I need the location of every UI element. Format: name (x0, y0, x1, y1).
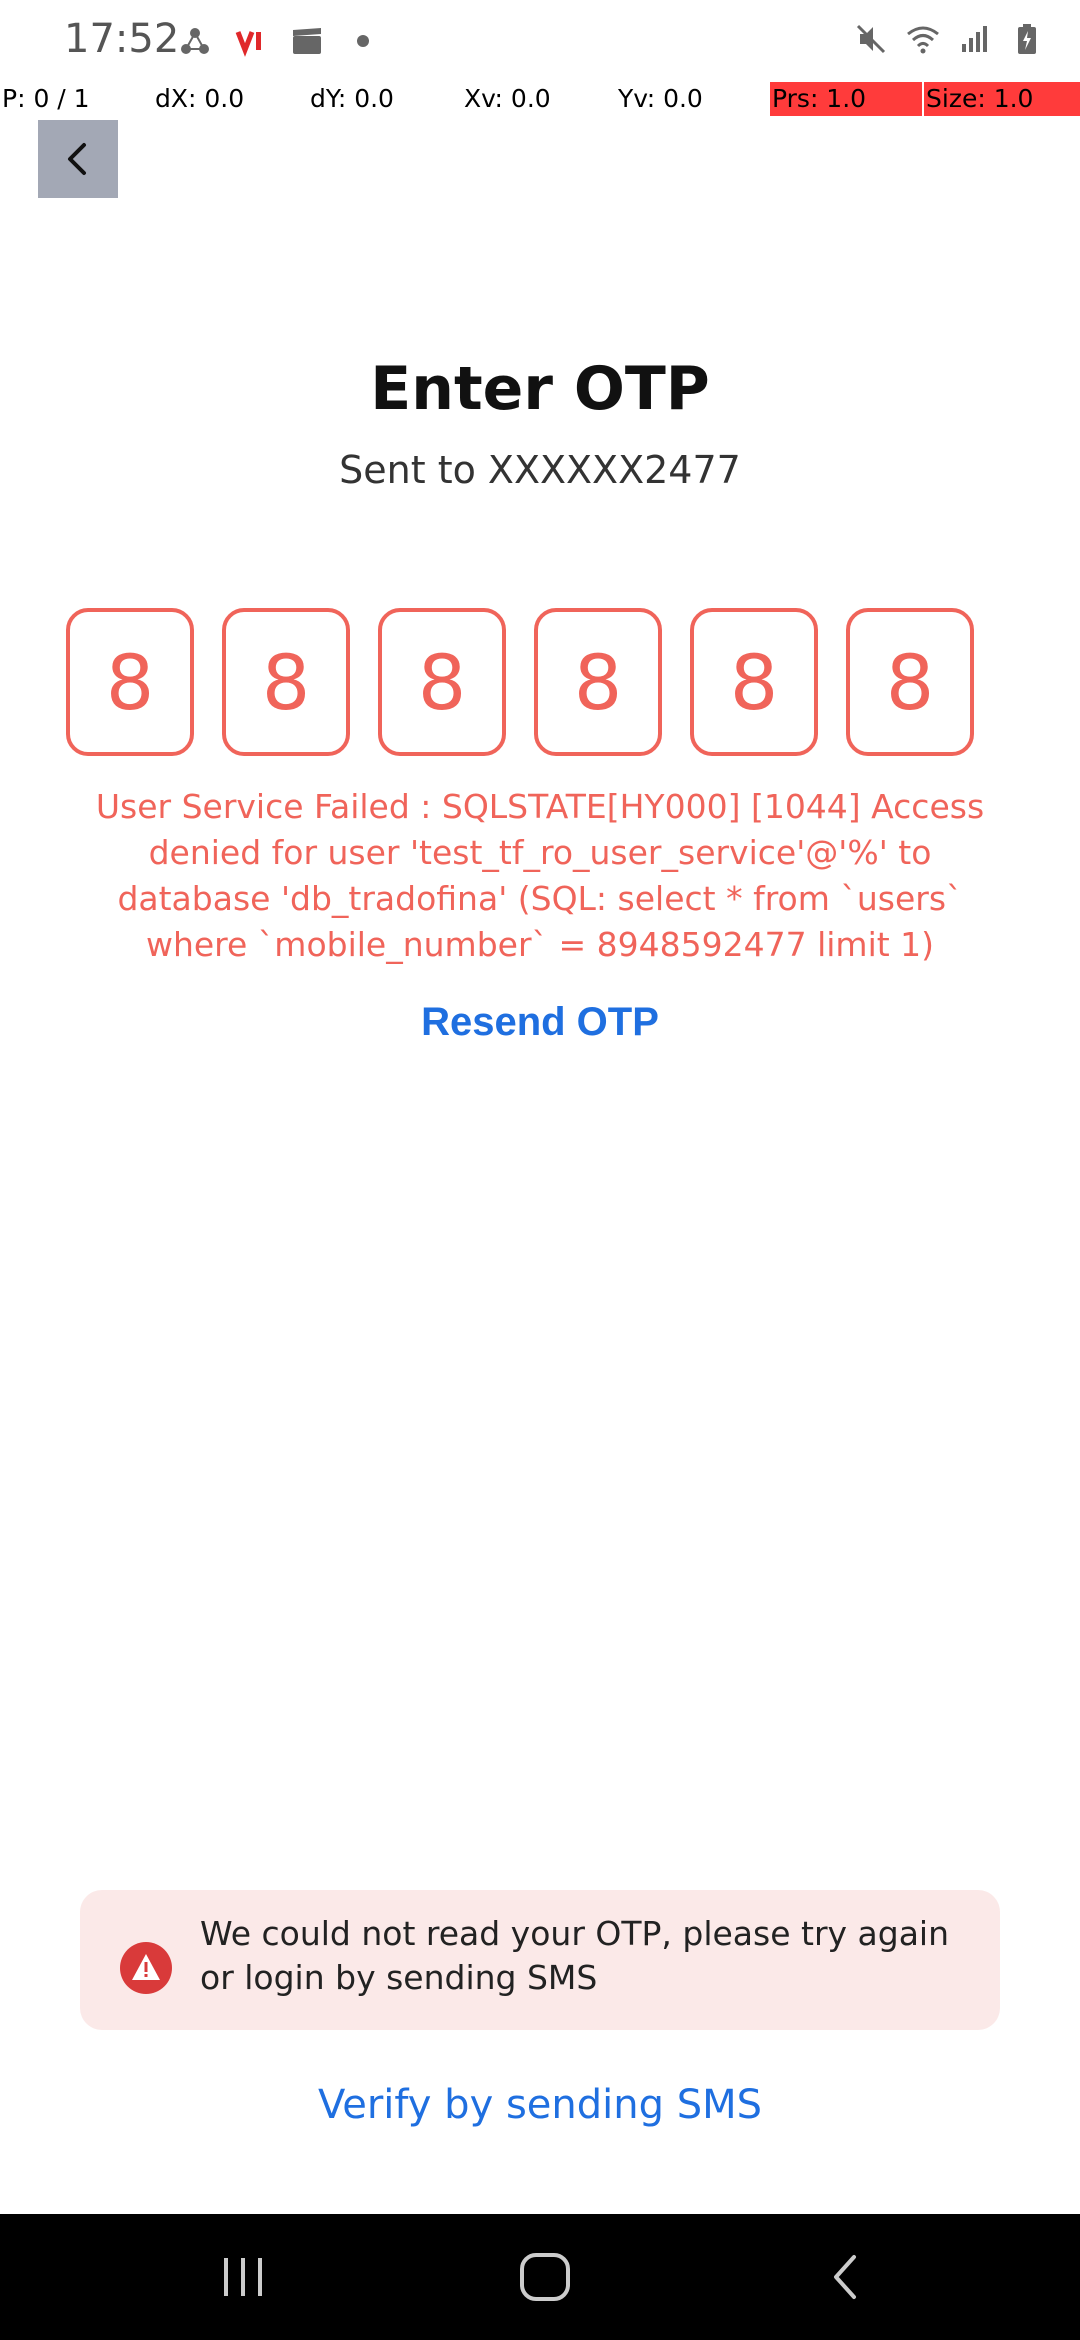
pointer-xv: Xv: 0.0 (464, 84, 551, 113)
share-icon (181, 28, 209, 54)
home-icon (520, 2253, 570, 2301)
resend-otp-link[interactable]: Resend OTP (0, 1000, 1080, 1045)
status-right-icons (854, 22, 1044, 56)
mute-icon (856, 24, 886, 54)
pointer-count: P: 0 / 1 (2, 84, 90, 113)
recents-icon (224, 2258, 262, 2296)
warning-icon (120, 1942, 172, 1994)
nav-back-button[interactable] (806, 2244, 886, 2310)
toast-message: We could not read your OTP, please try a… (200, 1914, 950, 1997)
pointer-dy: dY: 0.0 (310, 84, 394, 113)
back-button[interactable] (38, 120, 118, 198)
pointer-location-overlay: P: 0 / 1 dX: 0.0 dY: 0.0 Xv: 0.0 Yv: 0.0… (0, 82, 1080, 116)
error-message: User Service Failed : SQLSTATE[HY000] [1… (95, 787, 985, 964)
system-nav-bar (0, 2214, 1080, 2340)
clapper-icon (293, 28, 321, 54)
otp-digit-3[interactable]: 8 (378, 608, 506, 756)
vi-logo-icon (235, 31, 261, 57)
pointer-size: Size: 1.0 (926, 84, 1034, 113)
otp-input-row: 8 8 8 8 8 8 (66, 608, 976, 758)
otp-digit-1[interactable]: 8 (66, 608, 194, 756)
verify-by-sms-link[interactable]: Verify by sending SMS (0, 2082, 1080, 2128)
sent-to-label: Sent to XXXXXX2477 (339, 448, 741, 492)
signal-icon (962, 26, 987, 52)
pointer-pressure: Prs: 1.0 (772, 84, 867, 113)
battery-icon (1018, 24, 1036, 54)
back-icon (834, 2255, 856, 2299)
pointer-dx: dX: 0.0 (155, 84, 245, 113)
page-title: Enter OTP (370, 354, 710, 424)
wifi-icon (907, 26, 939, 54)
otp-digit-6[interactable]: 8 (846, 608, 974, 756)
otp-digit-4[interactable]: 8 (534, 608, 662, 756)
otp-read-error-toast: We could not read your OTP, please try a… (80, 1890, 1000, 2030)
home-button[interactable] (505, 2244, 585, 2310)
status-bar: 17:52 (0, 0, 1080, 80)
recents-button[interactable] (203, 2244, 283, 2310)
status-time: 17:52 (64, 16, 180, 62)
otp-digit-2[interactable]: 8 (222, 608, 350, 756)
status-left-icons (178, 24, 380, 58)
otp-digit-5[interactable]: 8 (690, 608, 818, 756)
dot-icon (357, 35, 369, 47)
pointer-yv: Yv: 0.0 (618, 84, 703, 113)
chevron-left-icon (68, 143, 86, 175)
